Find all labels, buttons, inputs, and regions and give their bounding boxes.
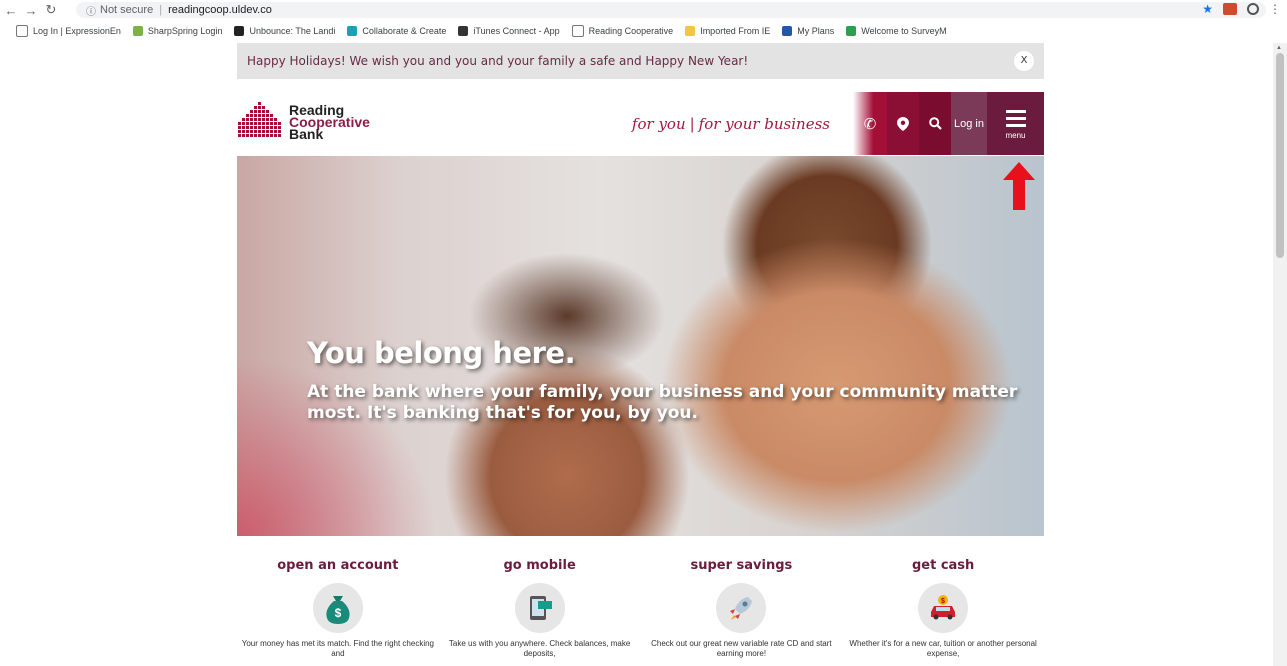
- more-menu-icon[interactable]: ⋮: [1269, 2, 1281, 16]
- mobile-phone-icon[interactable]: [514, 583, 565, 633]
- for-business-link[interactable]: for your business: [699, 115, 830, 133]
- feature-go-mobile[interactable]: go mobile Take us with you anywhere. Che…: [440, 558, 640, 659]
- bookmark-item[interactable]: Unbounce: The Landi: [234, 26, 335, 36]
- reload-icon[interactable]: ↻: [42, 2, 60, 18]
- logo-text: Reading Cooperative Bank: [289, 103, 370, 141]
- hero-subtitle: At the bank where your family, your busi…: [307, 382, 1018, 423]
- bookmark-item[interactable]: Imported From IE: [685, 26, 770, 36]
- hamburger-icon: [1005, 109, 1026, 113]
- feature-title[interactable]: super savings: [641, 558, 841, 573]
- location-button[interactable]: [887, 92, 919, 155]
- feature-row: open an account $ Your money has met its…: [237, 558, 1044, 659]
- page-scrollbar[interactable]: ▲: [1273, 43, 1287, 666]
- svg-text:$: $: [335, 606, 342, 620]
- bookmark-label: Log In | ExpressionEn: [33, 26, 121, 36]
- phone-button[interactable]: ✆: [853, 92, 887, 155]
- login-button[interactable]: Log in: [951, 92, 987, 155]
- for-you-link[interactable]: for you: [632, 115, 686, 133]
- bookmark-label: Welcome to SurveyM: [861, 26, 947, 36]
- info-icon[interactable]: ⓘ: [86, 3, 96, 18]
- bookmark-item[interactable]: Collaborate & Create: [347, 26, 446, 36]
- bookmark-favicon-icon: [685, 26, 696, 36]
- search-icon: [928, 117, 942, 130]
- page-container: Happy Holidays! We wish you and you and …: [237, 43, 1044, 155]
- bookmark-favicon-icon: [571, 25, 584, 37]
- feature-get-cash[interactable]: get cash $ Whether it's for a new car, t…: [843, 558, 1043, 659]
- bookmark-label: Unbounce: The Landi: [249, 26, 336, 36]
- feature-super-savings[interactable]: super savings Check out our great new va…: [641, 558, 841, 659]
- site-header: Reading Cooperative Bank for you | for you…: [237, 92, 1044, 155]
- bookmark-label: SharpSpring Login: [147, 26, 223, 36]
- profile-icon[interactable]: [1247, 3, 1259, 15]
- back-arrow-icon[interactable]: ←: [2, 3, 20, 18]
- tagline: for you | for your business: [631, 115, 830, 133]
- car-icon[interactable]: $: [918, 583, 969, 633]
- bookmark-item[interactable]: iTunes Connect - App: [458, 26, 560, 36]
- bookmark-item[interactable]: SharpSpring Login: [132, 26, 223, 36]
- feature-desc: Check out our great new variable rate CD…: [651, 639, 832, 658]
- bookmark-item[interactable]: Reading Cooperative: [571, 25, 674, 37]
- browser-toolbar: ← → ↻ ⓘ Not secure | readingcoop.uldev.c…: [0, 0, 1287, 20]
- feature-desc: Your money has met its match. Find the r…: [241, 639, 434, 658]
- bookmark-favicon-icon: [846, 26, 857, 36]
- bookmark-favicon-icon: [458, 26, 469, 36]
- holiday-banner: Happy Holidays! We wish you and you and …: [237, 43, 1044, 79]
- bookmarks-bar: Log In | ExpressionEn SharpSpring Login Un…: [0, 22, 1287, 40]
- search-button[interactable]: [919, 92, 951, 155]
- feature-title[interactable]: get cash: [843, 558, 1043, 573]
- address-bar[interactable]: ⓘ Not secure | readingcoop.uldev.co: [76, 2, 1266, 18]
- utility-nav: ✆ Log in menu: [853, 92, 1044, 155]
- bookmark-favicon-icon: [234, 26, 245, 36]
- bookmark-favicon-icon: [16, 25, 28, 37]
- feature-title[interactable]: go mobile: [440, 558, 640, 573]
- hero-banner: You belong here. At the bank where your …: [237, 156, 1044, 536]
- extension-icon[interactable]: [1223, 3, 1237, 15]
- menu-label: menu: [1005, 130, 1026, 140]
- hero-title: You belong here.: [307, 336, 576, 370]
- bookmark-item[interactable]: My Plans: [782, 26, 834, 36]
- bookmark-label: Reading Cooperative: [588, 26, 674, 36]
- banner-text: Happy Holidays! We wish you and you and …: [247, 54, 749, 68]
- bookmark-item[interactable]: Welcome to SurveyM: [846, 26, 947, 36]
- svg-text:$: $: [941, 598, 945, 605]
- scrollbar-thumb[interactable]: [1276, 53, 1284, 258]
- feature-desc: Whether it's for a new car, tuition or a…: [849, 639, 1037, 658]
- scroll-up-icon[interactable]: ▲: [1276, 45, 1282, 51]
- rocket-icon[interactable]: [716, 583, 767, 633]
- logo-dots-icon: [238, 102, 281, 137]
- menu-button[interactable]: menu: [987, 92, 1044, 155]
- bookmark-label: iTunes Connect - App: [473, 26, 560, 36]
- bookmark-label: Collaborate & Create: [362, 26, 447, 36]
- banner-close-button[interactable]: X: [1014, 51, 1034, 71]
- money-bag-icon[interactable]: $: [312, 583, 363, 633]
- security-label: Not secure: [100, 4, 154, 16]
- feature-desc: Take us with you anywhere. Check balance…: [448, 639, 631, 658]
- bookmark-label: Imported From IE: [700, 26, 771, 36]
- map-pin-icon: [897, 116, 909, 131]
- bookmark-item[interactable]: Log In | ExpressionEn: [16, 25, 121, 37]
- star-icon[interactable]: ★: [1202, 2, 1213, 16]
- feature-open-account[interactable]: open an account $ Your money has met its…: [238, 558, 438, 659]
- bookmark-favicon-icon: [347, 26, 358, 36]
- forward-arrow-icon[interactable]: →: [22, 3, 40, 18]
- red-arrow-icon: [1003, 162, 1035, 210]
- phone-icon: ✆: [863, 115, 877, 133]
- bookmark-favicon-icon: [132, 26, 143, 36]
- feature-title[interactable]: open an account: [238, 558, 438, 573]
- url-text[interactable]: readingcoop.uldev.co: [168, 4, 272, 16]
- bookmark-label: My Plans: [797, 26, 835, 36]
- bank-logo[interactable]: Reading Cooperative Bank: [237, 102, 370, 142]
- bookmark-favicon-icon: [782, 26, 793, 36]
